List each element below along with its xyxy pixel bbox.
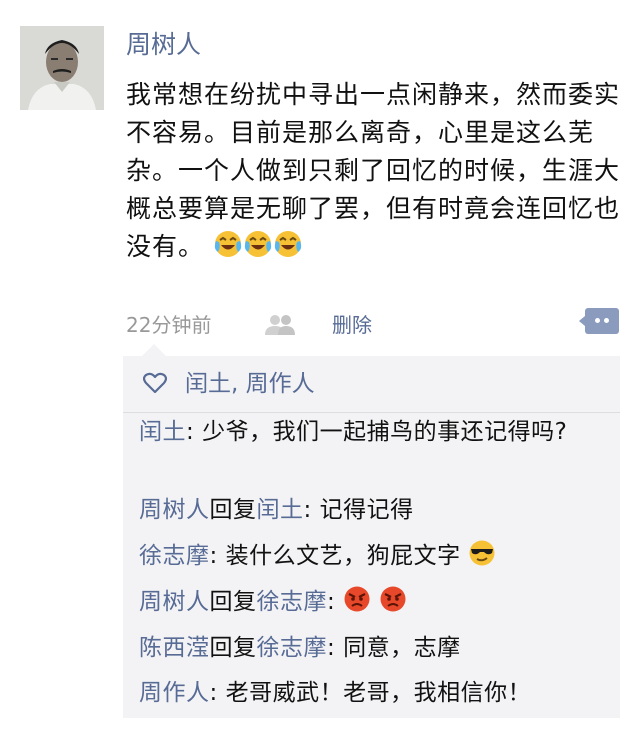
- post-author-name[interactable]: 周树人: [126, 28, 201, 62]
- comment-item[interactable]: 陈西滢回复徐志摩: 同意，志摩: [139, 632, 609, 665]
- likes-comments-panel: 闰土, 周作人 闰土: 少爷，我们一起捕鸟的事还记得吗? 周树人回复闰土: 记得…: [123, 356, 620, 718]
- likes-row: 闰土, 周作人: [123, 356, 620, 413]
- comment-item[interactable]: 周树人回复徐志摩:: [139, 585, 609, 623]
- comment-author[interactable]: 周树人: [139, 497, 210, 523]
- comment-author[interactable]: 徐志摩: [139, 543, 210, 569]
- reply-to-name[interactable]: 闰土: [257, 497, 304, 523]
- delete-button[interactable]: 删除: [332, 310, 372, 340]
- angry-face-emoji-icon: [379, 585, 407, 623]
- comment-author[interactable]: 周树人: [139, 589, 210, 615]
- tears-of-joy-emoji-icon: [213, 229, 243, 270]
- comment-text: 记得记得: [319, 497, 414, 523]
- avatar[interactable]: [20, 26, 104, 110]
- liker-names[interactable]: 闰土, 周作人: [185, 366, 315, 402]
- comment-item[interactable]: 周树人回复闰土: 记得记得: [139, 494, 609, 527]
- reply-word: 回复: [209, 497, 257, 523]
- comment-item[interactable]: 徐志摩: 装什么文艺，狗屁文字: [139, 539, 609, 577]
- comment-text: 同意，志摩: [343, 635, 461, 661]
- reply-word: 回复: [209, 589, 257, 615]
- post-text: 我常想在纷扰中寻出一点闲静来，然而委实不容易。目前是那么离奇，心里是这么芜杂。一…: [126, 80, 621, 261]
- comment-text: 少爷，我们一起捕鸟的事还记得吗?: [202, 419, 568, 445]
- reply-to-name[interactable]: 徐志摩: [257, 635, 328, 661]
- comment-text: 老哥威武！老哥，我相信你！: [225, 680, 532, 706]
- comment-author[interactable]: 陈西滢: [139, 635, 210, 661]
- post-content: 我常想在纷扰中寻出一点闲静来，然而委实不容易。目前是那么离奇，心里是这么芜杂。一…: [126, 76, 626, 270]
- comment-author[interactable]: 闰土: [139, 419, 186, 445]
- comment-item[interactable]: 闰土: 少爷，我们一起捕鸟的事还记得吗?: [139, 416, 609, 449]
- panel-arrow: [142, 344, 166, 356]
- comment-like-menu-button[interactable]: [579, 308, 619, 334]
- angry-face-emoji-icon: [343, 585, 371, 623]
- comment-text: 装什么文艺，狗屁文字: [225, 543, 461, 569]
- friends-visibility-icon[interactable]: [264, 314, 296, 340]
- tears-of-joy-emoji-icon: [273, 229, 303, 270]
- comment-item[interactable]: 周作人: 老哥威武！老哥，我相信你！: [139, 677, 609, 710]
- reply-word: 回复: [209, 635, 257, 661]
- sunglasses-emoji-icon: [468, 539, 496, 577]
- heart-icon: [142, 372, 168, 398]
- comment-author[interactable]: 周作人: [139, 680, 210, 706]
- reply-to-name[interactable]: 徐志摩: [257, 589, 328, 615]
- post-timestamp: 22分钟前: [126, 313, 212, 337]
- tears-of-joy-emoji-icon: [243, 229, 273, 270]
